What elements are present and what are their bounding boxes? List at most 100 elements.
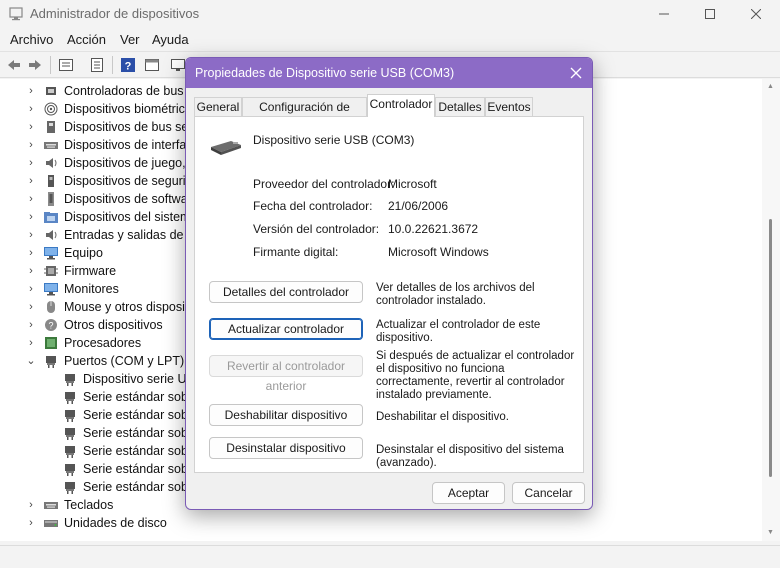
port-icon [65, 482, 75, 494]
chevron-right-icon[interactable]: › [26, 103, 36, 115]
usb-controller-icon [46, 87, 56, 95]
tree-item-label: Dispositivos del sistema [64, 210, 198, 224]
driver-version-label: Versión del controlador: [253, 222, 380, 236]
tree-item-label: Serie estándar sobre [83, 426, 200, 440]
chevron-right-icon[interactable]: › [26, 211, 36, 223]
back-arrow-icon[interactable] [6, 57, 22, 73]
scroll-up-arrow-icon[interactable]: ▲ [767, 83, 774, 90]
dialog-close-button[interactable] [564, 61, 588, 85]
chevron-right-icon[interactable]: › [26, 175, 36, 187]
svg-text:?: ? [125, 61, 132, 73]
description-line: Actualizar el controlador de este [376, 319, 541, 331]
properties-view-icon[interactable] [58, 57, 74, 73]
chevron-right-icon[interactable]: › [26, 247, 36, 259]
description-line: controlador instalado. [376, 295, 486, 307]
menu-accion[interactable]: Acción [67, 32, 106, 47]
chevron-right-icon[interactable]: › [26, 193, 36, 205]
description-line: instalado previamente. [376, 389, 492, 401]
monitor-icon [44, 283, 58, 296]
chevron-right-icon[interactable]: › [26, 301, 36, 313]
chevron-right-icon[interactable]: › [26, 337, 36, 349]
tree-item-label: Otros dispositivos [64, 318, 163, 332]
tab-eventos[interactable]: Eventos [485, 97, 533, 116]
list-view-icon[interactable] [89, 57, 105, 73]
minimize-button[interactable] [641, 0, 687, 28]
scroll-down-arrow-icon[interactable]: ▼ [767, 529, 774, 536]
chevron-down-icon[interactable]: ⌄ [26, 355, 36, 367]
tab-controlador[interactable]: Controlador [367, 94, 435, 117]
tab-general[interactable]: General [194, 97, 242, 116]
tree-item-label: Puertos (COM y LPT) [64, 354, 185, 368]
device-icon [47, 121, 55, 133]
close-icon [751, 9, 761, 19]
monitor-scan-icon[interactable] [170, 57, 186, 73]
port-icon [65, 464, 75, 476]
tab-detalles[interactable]: Detalles [435, 97, 485, 116]
ok-button[interactable]: Aceptar [432, 482, 505, 504]
description-line: correctamente, revertir al controlador [376, 376, 565, 388]
tree-item-label: Serie estándar sobre [83, 444, 200, 458]
help-icon[interactable]: ? [120, 57, 136, 73]
tree-item-label: Monitores [64, 282, 119, 296]
chevron-right-icon[interactable]: › [26, 157, 36, 169]
chevron-right-icon[interactable]: › [26, 229, 36, 241]
menu-ver[interactable]: Ver [120, 32, 140, 47]
chevron-right-icon[interactable]: › [26, 85, 36, 97]
tree-item-label: Entradas y salidas de au [64, 228, 201, 242]
scrollbar-thumb[interactable] [769, 219, 772, 477]
monitor-icon [44, 247, 58, 260]
disable-device-button[interactable]: Deshabilitar dispositivo [209, 404, 363, 426]
menu-ayuda[interactable]: Ayuda [152, 32, 189, 47]
chevron-right-icon[interactable]: › [26, 139, 36, 151]
close-window-button[interactable] [733, 0, 779, 28]
driver-tab-panel: Dispositivo serie USB (COM3) Proveedor d… [194, 116, 584, 473]
tree-item-label: Controladoras de bus s [64, 84, 194, 98]
tree-item-label: Unidades de disco [64, 516, 167, 530]
window-view-icon[interactable] [144, 57, 160, 73]
maximize-icon [705, 9, 715, 19]
update-driver-button[interactable]: Actualizar controlador [209, 318, 363, 340]
chevron-right-icon[interactable]: › [26, 265, 36, 277]
minimize-icon [659, 13, 669, 15]
port-icon [46, 356, 56, 368]
svg-text:?: ? [48, 321, 53, 331]
cancel-button[interactable]: Cancelar [512, 482, 585, 504]
driver-provider-label: Proveedor del controlador: [253, 177, 395, 191]
tree-item-label: Serie estándar sobre [83, 390, 200, 404]
dialog-title: Propiedades de Dispositivo serie USB (CO… [195, 66, 455, 80]
toolbar-separator [50, 56, 51, 74]
update-driver-description: Actualizar el controlador de este dispos… [376, 319, 576, 345]
forward-arrow-icon[interactable] [27, 57, 43, 73]
maximize-button[interactable] [687, 0, 733, 28]
tab-configuracion-de-puerto[interactable]: Configuración de puerto [242, 97, 367, 128]
main-titlebar: Administrador de dispositivos [0, 0, 780, 28]
mouse-icon [47, 301, 55, 313]
menu-bar: Archivo Acción Ver Ayuda [0, 30, 780, 50]
chevron-right-icon[interactable]: › [26, 517, 36, 529]
vertical-scrollbar[interactable]: ▲ ▼ [762, 79, 780, 541]
chevron-right-icon[interactable]: › [26, 499, 36, 511]
roll-back-driver-button[interactable]: Revertir al controlador anterior [209, 355, 363, 393]
tree-item-label: Equipo [64, 246, 103, 260]
keyboard-icon [44, 142, 58, 149]
tree-item-label: Serie estándar sobre [83, 462, 200, 476]
disable-device-description: Deshabilitar el dispositivo. [376, 411, 576, 424]
description-line: dispositivo. [376, 332, 433, 344]
digital-signer-label: Firmante digital: [253, 245, 339, 259]
firmware-icon [44, 266, 58, 276]
tree-category-item[interactable]: › Unidades de disco [0, 514, 762, 532]
menu-archivo[interactable]: Archivo [10, 32, 53, 47]
driver-details-button[interactable]: Detalles del controlador [209, 281, 363, 303]
tree-item-label: Dispositivos de segurid [64, 174, 193, 188]
keyboard-icon [44, 502, 58, 509]
tree-item-label: Firmware [64, 264, 117, 278]
uninstall-device-button[interactable]: Desinstalar dispositivo [209, 437, 363, 459]
driver-version-value: 10.0.22621.3672 [388, 222, 479, 236]
usb-serial-device-icon [211, 141, 241, 155]
port-icon [65, 446, 75, 458]
port-icon [65, 374, 75, 386]
chevron-right-icon[interactable]: › [26, 121, 36, 133]
digital-signer-value: Microsoft Windows [388, 245, 489, 259]
chevron-right-icon[interactable]: › [26, 283, 36, 295]
chevron-right-icon[interactable]: › [26, 319, 36, 331]
